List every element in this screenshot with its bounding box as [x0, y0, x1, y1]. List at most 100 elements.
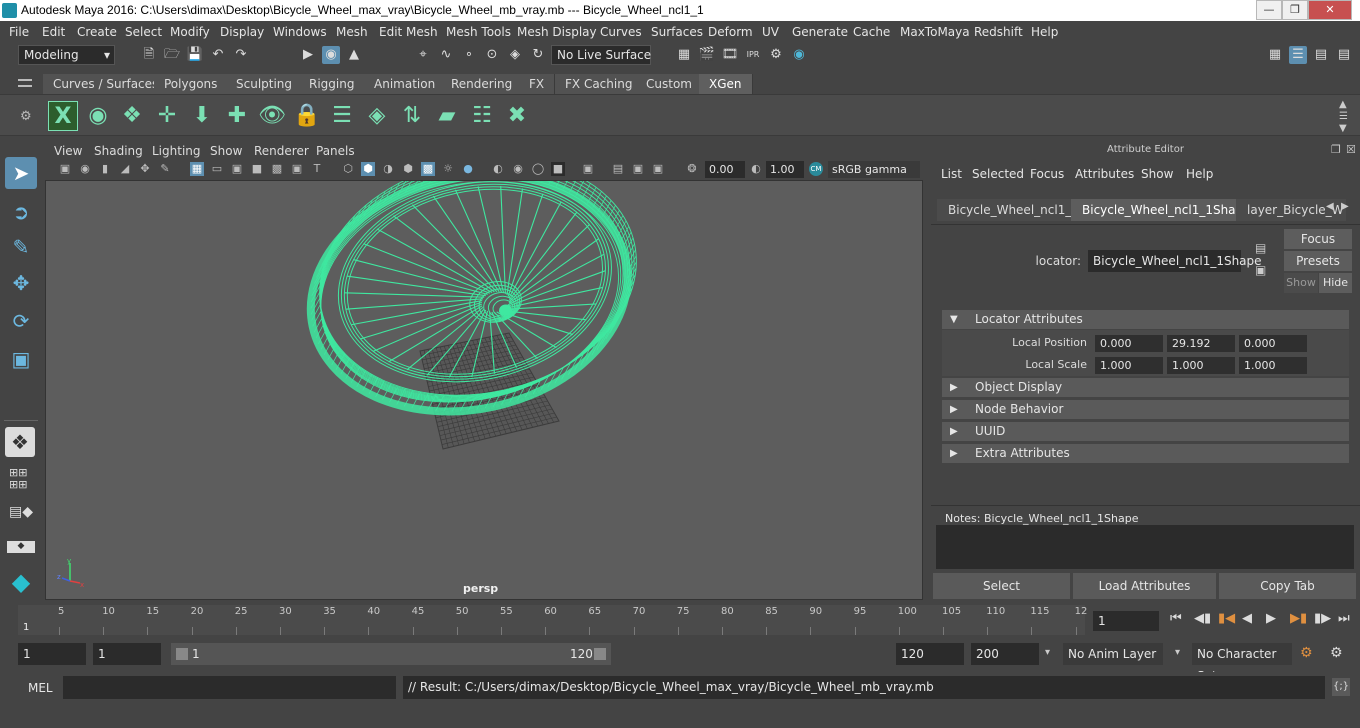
field-chart-icon[interactable]: ▩ — [270, 162, 284, 176]
depth-of-field-icon[interactable]: ■ — [551, 162, 565, 176]
menu-help[interactable]: Help — [1031, 25, 1058, 39]
shelf-menu-icon-right[interactable]: ☰ — [1339, 111, 1348, 122]
grid-toggle-icon[interactable]: ▦ — [190, 162, 204, 176]
xgen-layers-icon[interactable]: ◈ — [362, 101, 392, 131]
camera-select-icon[interactable]: ▣ — [58, 162, 72, 176]
tool-settings-icon[interactable]: ▤ — [1312, 46, 1330, 64]
auto-key-icon[interactable]: ⚙ — [1300, 645, 1313, 661]
close-panel-icon[interactable]: ☒ — [1346, 143, 1356, 156]
script-editor-icon[interactable]: {;} — [1332, 678, 1350, 696]
shelf-tab-rigging[interactable]: Rigging — [299, 74, 366, 94]
snap-surface-icon[interactable]: ◈ — [506, 46, 524, 64]
play-forward-icon[interactable]: ▶ — [1266, 611, 1276, 626]
menu-maxtomaya[interactable]: MaxToMaya — [900, 25, 970, 39]
select-object-icon[interactable]: ◉ — [322, 46, 340, 64]
menu-display[interactable]: Display — [220, 25, 264, 39]
go-to-start-icon[interactable]: ⏮ — [1170, 611, 1182, 626]
viewport-menu-lighting[interactable]: Lighting — [152, 144, 201, 158]
snap-curve-icon[interactable]: ∿ — [437, 46, 455, 64]
snap-view-icon[interactable]: ⊙ — [483, 46, 501, 64]
ae-menu-show[interactable]: Show — [1141, 167, 1173, 181]
xgen-preview-icon[interactable]: ◉ — [83, 101, 113, 131]
xgen-show-guides-icon[interactable]: 👁 — [257, 101, 287, 131]
safe-action-icon[interactable]: ▣ — [290, 162, 304, 176]
load-attributes-button[interactable]: Load Attributes — [1073, 573, 1216, 599]
step-forward-key-icon[interactable]: ▶▮ — [1290, 611, 1307, 626]
maximize-button[interactable]: ❐ — [1282, 0, 1308, 20]
tab-scroll-left-icon[interactable]: ◀ — [1326, 201, 1334, 212]
section-locator-attributes[interactable]: ▼ Locator Attributes — [942, 310, 1349, 329]
menu-select[interactable]: Select — [125, 25, 162, 39]
section-object-display[interactable]: ▶ Object Display — [942, 378, 1349, 397]
range-start-handle[interactable] — [176, 648, 188, 660]
ae-menu-selected[interactable]: Selected — [972, 167, 1024, 181]
shelf-tab-sculpting[interactable]: Sculpting — [226, 74, 304, 94]
xgen-editor-icon[interactable]: X — [48, 101, 78, 131]
paint-select-tool-icon[interactable]: ✎ — [5, 231, 37, 263]
menu-windows[interactable]: Windows — [273, 25, 327, 39]
move-tool-icon[interactable]: ✥ — [5, 267, 37, 299]
gear-icon[interactable]: ⚙ — [20, 109, 32, 124]
isolate-select-icon[interactable]: ▣ — [581, 162, 595, 176]
attribute-editor-toggle-icon[interactable]: ☰ — [1289, 46, 1307, 64]
grease-pencil-icon[interactable]: ✎ — [158, 162, 172, 176]
menu-redshift[interactable]: Redshift — [974, 25, 1023, 39]
character-set-chevron-down-icon[interactable]: ▾ — [1175, 647, 1180, 658]
step-back-key-icon[interactable]: ▮◀ — [1218, 611, 1235, 626]
layout-options-icon[interactable]: ◆ — [7, 541, 35, 553]
play-backward-icon[interactable]: ◀ — [1242, 611, 1252, 626]
gate-mask-icon[interactable]: ■ — [250, 162, 264, 176]
menu-surfaces[interactable]: Surfaces — [651, 25, 703, 39]
exposure-field[interactable]: 0.00 — [705, 161, 745, 178]
menu-generate[interactable]: Generate — [792, 25, 848, 39]
xray-icon[interactable]: ▩ — [421, 162, 435, 176]
wireframe-icon[interactable]: ⬡ — [341, 162, 355, 176]
step-forward-icon[interactable]: ▮▶ — [1314, 611, 1331, 626]
copy-tab-button[interactable]: Copy Tab — [1219, 573, 1356, 599]
undo-icon[interactable]: ↶ — [209, 46, 227, 64]
menu-file[interactable]: File — [9, 25, 29, 39]
shelf-tab-rendering[interactable]: Rendering — [441, 74, 524, 94]
channel-box-icon[interactable]: ▤ — [1335, 46, 1353, 64]
ae-menu-list[interactable]: List — [941, 167, 962, 181]
local-scale-x[interactable]: 1.000 — [1095, 357, 1163, 374]
shelf-menu-icon[interactable] — [18, 79, 32, 87]
shelf-tab-animation[interactable]: Animation — [364, 74, 447, 94]
gamma-icon[interactable]: ◐ — [749, 162, 763, 176]
smooth-shade-icon[interactable]: ⬢ — [361, 162, 375, 176]
menu-mesh-tools[interactable]: Mesh Tools — [446, 25, 511, 39]
save-scene-icon[interactable]: 💾 — [186, 46, 204, 64]
resolution-gate-icon[interactable]: ▣ — [230, 162, 244, 176]
select-button[interactable]: Select — [933, 573, 1070, 599]
xgen-place-guide-icon[interactable]: ⬇ — [187, 101, 217, 131]
color-space-field[interactable]: sRGB gamma — [828, 161, 920, 178]
ipr-render-icon[interactable]: IPR — [744, 46, 762, 64]
menu-mesh-display[interactable]: Mesh Display — [517, 25, 597, 39]
menu-deform[interactable]: Deform — [708, 25, 753, 39]
hypershade-icon[interactable]: ◉ — [790, 46, 808, 64]
ae-menu-attributes[interactable]: Attributes — [1075, 167, 1134, 181]
textured-icon[interactable]: ⬢ — [401, 162, 415, 176]
outliner-layout-icon[interactable]: ▤◆ — [9, 504, 33, 532]
local-position-z[interactable]: 0.000 — [1239, 335, 1307, 352]
camera-attributes-icon[interactable]: ◉ — [78, 162, 92, 176]
section-node-behavior[interactable]: ▶ Node Behavior — [942, 400, 1349, 419]
xray-components-icon[interactable]: ▣ — [631, 162, 645, 176]
focus-button[interactable]: Focus — [1284, 229, 1352, 249]
local-scale-z[interactable]: 1.000 — [1239, 357, 1307, 374]
snap-point-icon[interactable]: ∘ — [460, 46, 478, 64]
menu-cache[interactable]: Cache — [853, 25, 890, 39]
wireframe-on-shaded-icon[interactable]: ◑ — [381, 162, 395, 176]
go-to-output-icon[interactable]: ▣ — [1255, 263, 1266, 277]
shelf-tab-fx[interactable]: FX — [519, 74, 556, 94]
image-plane-icon[interactable]: ◢ — [118, 162, 132, 176]
menu-modify[interactable]: Modify — [170, 25, 210, 39]
select-hierarchy-icon[interactable]: ▶ — [299, 46, 317, 64]
step-back-icon[interactable]: ◀▮ — [1194, 611, 1211, 626]
presets-button[interactable]: Presets — [1284, 251, 1352, 271]
mode-dropdown[interactable]: Modeling ▾ — [18, 45, 115, 65]
shelf-tab-polygons[interactable]: Polygons — [154, 74, 229, 94]
go-to-input-icon[interactable]: ▤ — [1255, 241, 1266, 255]
shelf-tab-fx-caching[interactable]: FX Caching — [555, 74, 644, 94]
section-uuid[interactable]: ▶ UUID — [942, 422, 1349, 441]
